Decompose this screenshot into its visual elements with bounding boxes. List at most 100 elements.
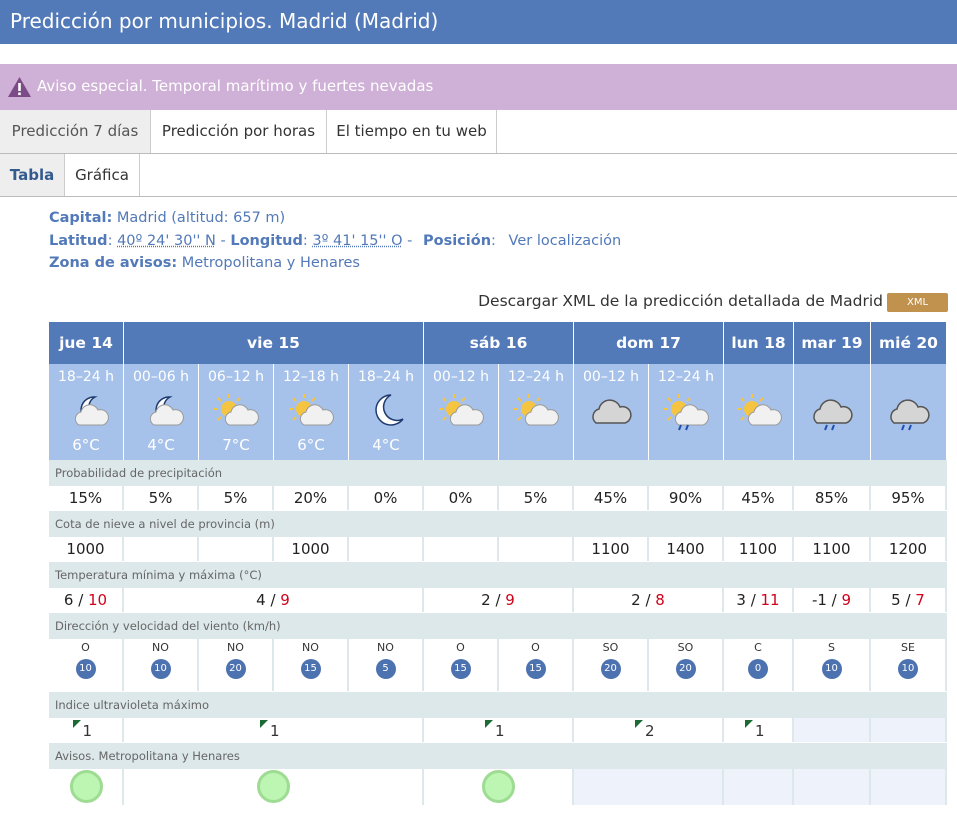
wind-cell: NO 15 [274,639,349,691]
sun-cloud-icon [286,391,336,431]
temperature-cell: -1 / 9 [794,588,871,612]
tab-prediccion-por-horas[interactable]: Predicción por horas [151,110,327,153]
precipitation-cell: 5% [124,486,199,510]
wind-direction: C [754,641,762,654]
wind-direction: O [81,641,90,654]
precipitation-cell: 15% [49,486,124,510]
main-tabs: Predicción 7 días Predicción por horas E… [0,110,957,154]
moon-cloud-icon [61,391,111,431]
precipitation-cell: 95% [871,486,947,510]
wind-cell: SE 10 [871,639,947,691]
xml-download-text[interactable]: Descargar XML de la predicción detallada… [478,292,883,310]
precipitation-cell: 20% [274,486,349,510]
wind-direction: SO [677,641,694,654]
temp-separator: / [640,591,656,609]
wind-speed-badge: 5 [375,659,396,679]
wind-direction: SE [901,641,915,654]
uv-value: 1 [82,722,93,740]
snow-level-cell [424,537,499,561]
precipitation-cell: 5% [199,486,274,510]
max-temp: 8 [655,591,665,609]
snow-level-cell: 1100 [724,537,794,561]
uv-value: 1 [755,722,765,740]
wind-speed-badge: 20 [225,659,246,679]
aviso-cell[interactable] [124,769,424,805]
wind-speed-badge: 15 [450,659,471,679]
period-cell: 00–12 h [574,364,649,460]
tab-tabla[interactable]: Tabla [0,154,65,196]
uv-cell [871,718,947,742]
period-time: 18–24 h [358,369,414,385]
period-time: 12–18 h [283,369,339,385]
wind-speed-badge: 10 [150,659,171,679]
uv-cell [794,718,871,742]
min-temp: -1 [811,591,827,609]
period-cell: 12–18 h 6°C [274,364,349,460]
longitude-label: Longitud [230,232,303,249]
max-temp: 9 [841,591,852,609]
sun-cloud-rain-icon [661,391,711,431]
temp-separator: / [265,591,281,609]
xml-download-button[interactable]: XML [887,293,948,312]
tab-grafica[interactable]: Gráfica [65,154,140,196]
uv-cell: 1 [124,718,424,742]
green-warning-icon[interactable] [482,770,515,803]
sun-cloud-icon [511,391,561,431]
moon-cloud-icon [136,391,186,431]
wind-speed-badge: 20 [600,659,621,679]
wind-speed-badge: 0 [748,659,768,679]
uv-cell: 2 [574,718,724,742]
wind-direction: S [828,641,835,654]
green-warning-icon[interactable] [257,770,290,803]
tab-el-tiempo-en-tu-web[interactable]: El tiempo en tu web [327,110,497,153]
snow-level-cell: 1000 [274,537,349,561]
period-time: 12–24 h [508,369,564,385]
longitude-value: 3º 41' 15'' O [312,232,403,249]
wind-cell: O 15 [499,639,574,691]
wind-cell: NO 5 [349,639,424,691]
cloud-rain-icon [884,391,934,431]
day-header: mar 19 [794,322,871,364]
period-temperature: 6°C [72,436,100,454]
wind-label: Dirección y velocidad del viento (km/h) [49,613,947,639]
temp-separator: / [73,591,89,609]
temperature-cell: 2 / 9 [424,588,574,612]
ver-localizacion-link[interactable]: Ver localización [509,233,622,249]
snow-level-cell: 1400 [649,537,724,561]
period-cell [724,364,794,460]
wind-cell: O 10 [49,639,124,691]
wind-speed-badge: 15 [300,659,321,679]
temperature-cell: 3 / 11 [724,588,794,612]
period-time: 00–12 h [583,369,639,385]
period-time: 00–06 h [133,369,189,385]
capital-label: Capital: [49,210,113,226]
green-warning-icon[interactable] [69,770,103,803]
warning-icon [8,77,31,97]
precipitation-cell: 0% [349,486,424,510]
wind-cell: NO 10 [124,639,199,691]
aviso-cell[interactable] [49,769,124,805]
forecast-table: jue 14 vie 15 sáb 16 dom 17 lun 18 mar 19 mié … [49,322,947,805]
period-cell [871,364,947,460]
tab-prediccion-7-dias[interactable]: Predicción 7 días [0,110,151,153]
uv-value: 1 [270,722,280,740]
period-cell: 18–24 h 4°C [349,364,424,460]
snow-level-cell: 1100 [574,537,649,561]
wind-speed-badge: 15 [525,659,546,679]
period-time: 18–24 h [58,369,114,385]
zone-value: Metropolitana y Henares [181,255,360,271]
avisos-label: Avisos. Metropolitana y Henares [49,743,947,769]
wind-speed-badge: 10 [75,659,96,679]
max-temp: 9 [280,591,290,609]
special-warning-banner[interactable]: Aviso especial. Temporal marítimo y fuer… [0,64,957,110]
snow-level-label: Cota de nieve a nivel de provincia (m) [49,511,947,537]
wind-speed-badge: 10 [898,659,918,679]
temp-separator: / [900,591,916,609]
precipitation-cell: 90% [649,486,724,510]
min-temp: 6 [63,591,74,609]
min-temp: 5 [891,591,901,609]
moon-icon [361,391,411,431]
location-info: Capital: Madrid (altitud: 657 m) Latitud… [49,210,622,271]
temperature-cell: 5 / 7 [871,588,947,612]
aviso-cell[interactable] [424,769,574,805]
